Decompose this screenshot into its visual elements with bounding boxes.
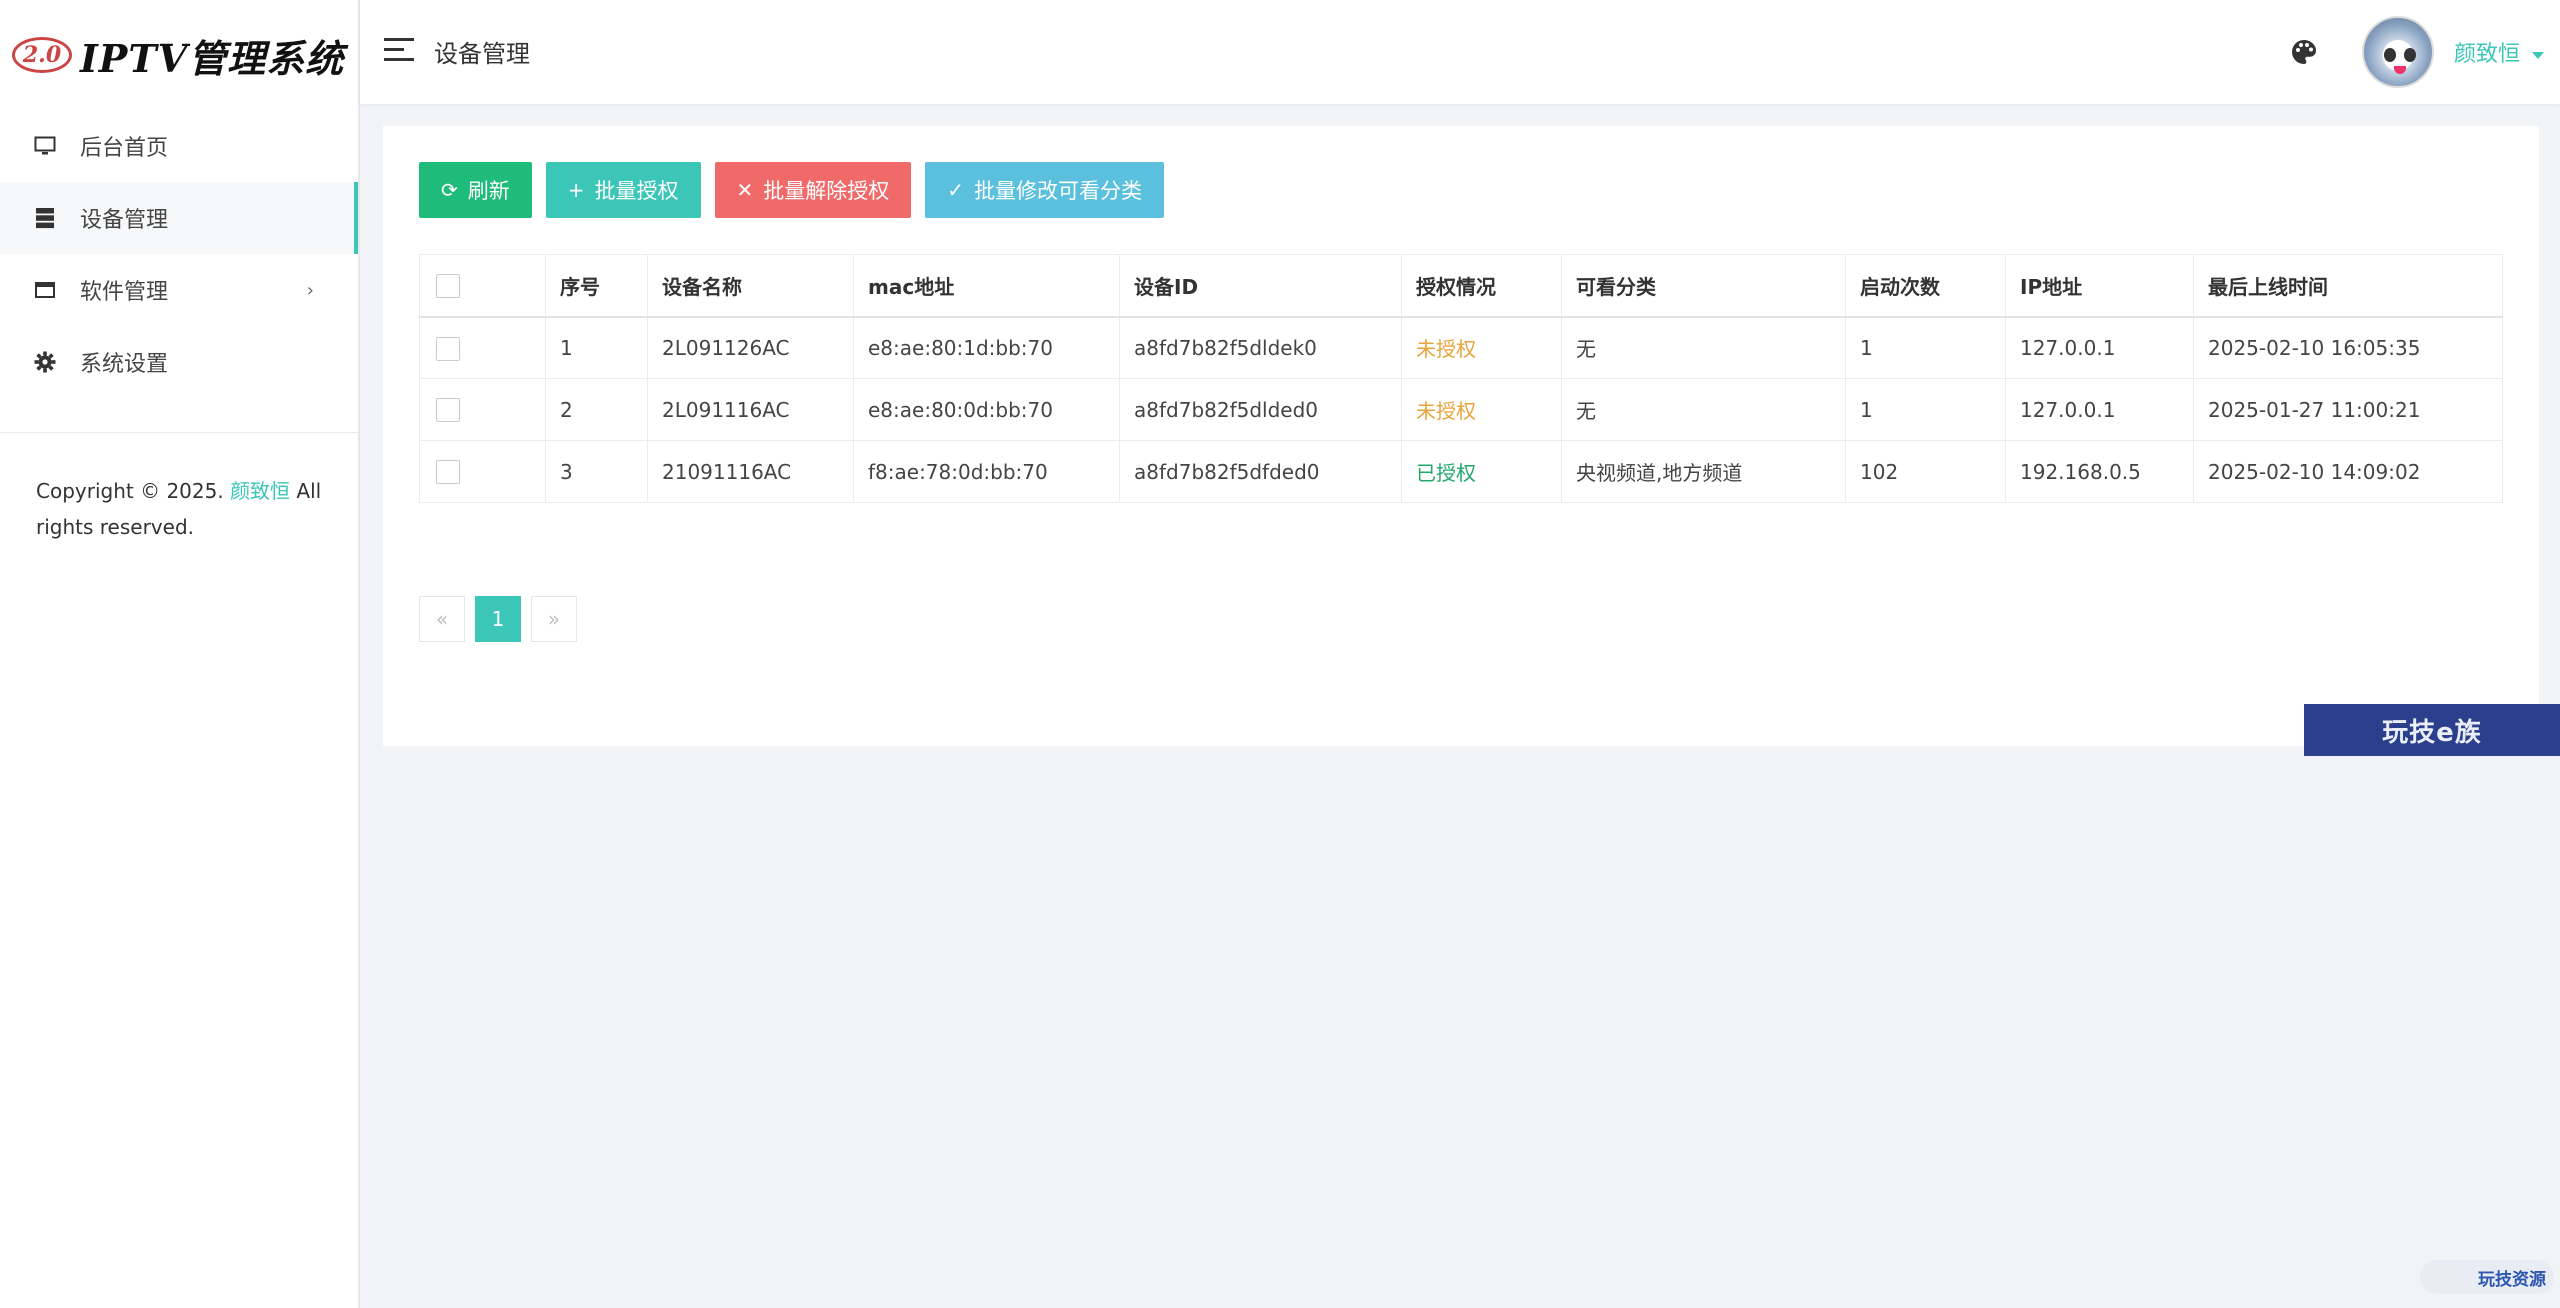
logo-title: IPTV管理系统 (80, 35, 345, 81)
copyright-prefix: Copyright © 2025. (36, 479, 224, 503)
cell-category: 无 (1561, 378, 1846, 441)
column-header: 可看分类 (1561, 254, 1846, 318)
cell-mac: e8:ae:80:0d:bb:70 (853, 378, 1120, 441)
row-select-cell (419, 440, 546, 503)
logo-badge: 2.0 (12, 37, 72, 73)
refresh-label: 刷新 (467, 179, 510, 203)
monitor-icon (34, 135, 56, 157)
menu-toggle-icon[interactable] (384, 38, 414, 62)
batch-edit-category-label: 批量修改可看分类 (974, 179, 1143, 203)
cell-launch-count: 102 (1845, 440, 2006, 503)
pagination-prev[interactable]: « (419, 596, 465, 642)
caret-down-icon (2532, 51, 2545, 59)
cell-mac: e8:ae:80:1d:bb:70 (853, 316, 1120, 379)
chevron-right-icon: › (306, 279, 314, 301)
sidebar-item-software[interactable]: 软件管理 › (0, 254, 358, 326)
logo[interactable]: 2.0 IPTV管理系统 (0, 0, 358, 110)
batch-unauthorize-label: 批量解除授权 (763, 179, 890, 203)
cell-device-name: 21091116AC (647, 440, 854, 503)
cell-mac: f8:ae:78:0d:bb:70 (853, 440, 1120, 503)
close-icon: ✕ (736, 178, 754, 202)
cell-last-online: 2025-02-10 14:09:02 (2193, 440, 2503, 503)
cell-device-name: 2L091126AC (647, 316, 854, 379)
cell-auth-status: 未授权 (1401, 378, 1562, 441)
column-header: 设备ID (1119, 254, 1402, 318)
gear-icon (34, 351, 56, 373)
username: 颜致恒 (2454, 42, 2521, 67)
column-header: 授权情况 (1401, 254, 1562, 318)
cell-category: 无 (1561, 316, 1846, 379)
device-management-card: ⟳ 刷新 + 批量授权 ✕ 批量解除授权 ✓ 批量修改可看分类 序号 设备名称 … (383, 126, 2539, 746)
sidebar-item-settings[interactable]: 系统设置 (0, 326, 358, 398)
column-header: 启动次数 (1845, 254, 2006, 318)
sidebar-item-devices[interactable]: 设备管理 (0, 182, 358, 254)
copyright: Copyright © 2025. 颜致恒 All rights reserve… (0, 433, 358, 545)
cell-last-online: 2025-02-10 16:05:35 (2193, 316, 2503, 379)
sidebar-item-label: 系统设置 (80, 352, 169, 377)
sidebar-item-dashboard[interactable]: 后台首页 (0, 110, 358, 182)
cell-device-name: 2L091116AC (647, 378, 854, 441)
table-row[interactable]: 3 21091116AC f8:ae:78:0d:bb:70 a8fd7b82f… (419, 440, 2503, 503)
select-all-cell (419, 254, 546, 318)
table-row[interactable]: 1 2L091126AC e8:ae:80:1d:bb:70 a8fd7b82f… (419, 316, 2503, 379)
sidebar-item-label: 软件管理 (80, 280, 169, 305)
window-icon (34, 279, 56, 301)
cell-auth-status: 未授权 (1401, 316, 1562, 379)
cell-auth-status: 已授权 (1401, 440, 1562, 503)
cell-index: 1 (545, 316, 648, 379)
column-header: 序号 (545, 254, 648, 318)
row-checkbox[interactable] (436, 398, 460, 423)
batch-authorize-label: 批量授权 (594, 179, 679, 203)
row-checkbox[interactable] (436, 460, 460, 485)
watermark-badge: 玩技资源 (2420, 1260, 2554, 1294)
cell-category: 央视频道,地方频道 (1561, 440, 1846, 503)
top-header: 设备管理 颜致恒 (360, 0, 2560, 104)
pagination-page[interactable]: 1 (475, 596, 521, 642)
batch-authorize-button[interactable]: + 批量授权 (545, 162, 701, 218)
cell-ip: 127.0.0.1 (2005, 316, 2194, 379)
batch-edit-category-button[interactable]: ✓ 批量修改可看分类 (925, 162, 1165, 218)
check-icon: ✓ (947, 178, 965, 202)
pagination: « 1 » (419, 596, 577, 642)
device-table: 序号 设备名称 mac地址 设备ID 授权情况 可看分类 启动次数 IP地址 最… (419, 254, 2503, 503)
refresh-button[interactable]: ⟳ 刷新 (419, 162, 532, 218)
cell-device-id: a8fd7b82f5dfded0 (1119, 440, 1402, 503)
toolbar: ⟳ 刷新 + 批量授权 ✕ 批量解除授权 ✓ 批量修改可看分类 (419, 162, 1165, 218)
avatar[interactable] (2362, 16, 2434, 88)
watermark-banner: 玩技e族 (2304, 704, 2560, 756)
palette-icon[interactable] (2290, 38, 2318, 66)
row-checkbox[interactable] (436, 336, 460, 361)
sidebar-item-label: 后台首页 (80, 136, 169, 161)
cell-last-online: 2025-01-27 11:00:21 (2193, 378, 2503, 441)
column-header: IP地址 (2005, 254, 2194, 318)
cell-ip: 192.168.0.5 (2005, 440, 2194, 503)
cell-device-id: a8fd7b82f5dlded0 (1119, 378, 1402, 441)
column-header: 设备名称 (647, 254, 854, 318)
table-header-row: 序号 设备名称 mac地址 设备ID 授权情况 可看分类 启动次数 IP地址 最… (419, 254, 2503, 318)
cell-ip: 127.0.0.1 (2005, 378, 2194, 441)
table-row[interactable]: 2 2L091116AC e8:ae:80:0d:bb:70 a8fd7b82f… (419, 378, 2503, 441)
cell-launch-count: 1 (1845, 316, 2006, 379)
user-menu[interactable]: 颜致恒 (2454, 36, 2545, 68)
plus-icon: + (567, 178, 585, 202)
batch-unauthorize-button[interactable]: ✕ 批量解除授权 (714, 162, 912, 218)
cell-index: 2 (545, 378, 648, 441)
page-title: 设备管理 (434, 40, 530, 68)
cell-launch-count: 1 (1845, 378, 2006, 441)
cell-device-id: a8fd7b82f5dldek0 (1119, 316, 1402, 379)
cell-index: 3 (545, 440, 648, 503)
copyright-author-link[interactable]: 颜致恒 (230, 479, 290, 503)
server-icon (34, 207, 56, 229)
column-header: mac地址 (853, 254, 1120, 318)
sidebar-item-label: 设备管理 (80, 208, 169, 233)
column-header: 最后上线时间 (2193, 254, 2503, 318)
row-select-cell (419, 316, 546, 379)
select-all-checkbox[interactable] (436, 274, 460, 298)
pagination-next[interactable]: » (531, 596, 577, 642)
refresh-icon: ⟳ (441, 178, 458, 202)
sidebar: 2.0 IPTV管理系统 后台首页 设备管理 软件管理 › 系统设置 Copyr… (0, 0, 360, 1308)
row-select-cell (419, 378, 546, 441)
